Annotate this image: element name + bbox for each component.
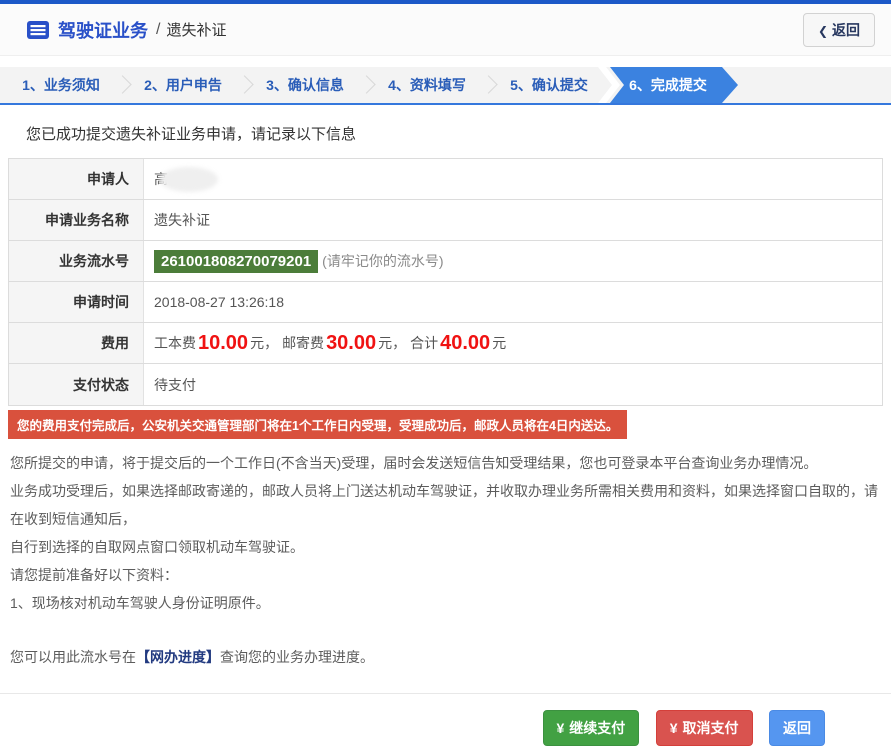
progress-query-line: 您可以用此流水号在【网办进度】查询您的业务办理进度。 (10, 643, 883, 671)
breadcrumb-current: 遗失补证 (166, 22, 227, 39)
row-label: 支付状态 (9, 364, 144, 405)
application-info-table: 申请人 高 申请业务名称 遗失补证 业务流水号 2610018082700792… (8, 158, 883, 406)
privacy-blur-overlay (160, 167, 218, 192)
fee-label-postage: 邮寄费 (282, 335, 325, 351)
fee-unit: 元 (250, 335, 265, 351)
payment-status-value: 待支付 (154, 376, 196, 393)
footer-divider (0, 693, 891, 694)
license-list-icon (27, 20, 49, 39)
notice-paragraph-1: 您所提交的申请，将于提交后的一个工作日(不含当天)受理，届时会发送短信告知受理结… (10, 455, 818, 471)
breadcrumb-separator: / (156, 20, 161, 38)
table-row-fee: 费用 工本费 10.00 元 ， 邮寄费 30.00 元 ， 合计 40.00 … (9, 323, 882, 364)
step-1-business-notice[interactable]: 1、业务须知 (0, 67, 132, 103)
page-title: 驾驶证业务 (58, 20, 148, 41)
step-2-user-declaration[interactable]: 2、用户申告 (122, 67, 254, 103)
step-4-label: 4、资料填写 (388, 77, 466, 93)
applicant-name-value: 高 (144, 159, 882, 199)
fee-amount-total: 40.00 (440, 331, 491, 354)
step-5-label: 5、确认提交 (510, 77, 588, 93)
table-row-payment-status: 支付状态 待支付 (9, 364, 882, 405)
fee-value: 工本费 10.00 元 ， 邮寄费 30.00 元 ， 合计 40.00 元 (144, 323, 882, 363)
yen-icon: ¥ (556, 720, 565, 736)
back-button-top-label: 返回 (832, 21, 860, 38)
notice-paragraph-4: 请您提前准备好以下资料： (10, 567, 178, 583)
cancel-payment-button[interactable]: ¥ 取消支付 (655, 710, 753, 746)
step-2-label: 2、用户申告 (144, 77, 222, 93)
fee-unit: 元 (378, 335, 393, 351)
fee-label-production: 工本费 (154, 335, 196, 351)
main-content: 您已成功提交遗失补证业务申请，请记录以下信息 申请人 高 申请业务名称 遗失补证… (0, 123, 891, 746)
apply-time-value: 2018-08-27 13:26:18 (154, 294, 284, 310)
row-label: 费用 (9, 323, 144, 363)
table-row-applicant: 申请人 高 (9, 159, 882, 200)
notice-paragraph-2: 业务成功受理后，如果选择邮政寄递的，邮政人员将上门送达机动车驾驶证，并收取办理业… (10, 483, 878, 527)
page-header: 驾驶证业务 / 遗失补证 ❮ 返回 (0, 4, 891, 56)
action-button-row: ¥ 继续支付 ¥ 取消支付 返回 (8, 710, 883, 746)
table-row-serial-number: 业务流水号 261001808270079201 (请牢记你的流水号) (9, 241, 882, 282)
progress-suffix: 查询您的业务办理进度。 (220, 649, 374, 665)
success-message: 您已成功提交遗失补证业务申请，请记录以下信息 (26, 126, 357, 143)
serial-number-badge: 261001808270079201 (154, 249, 319, 273)
row-label: 申请时间 (9, 282, 144, 322)
step-3-confirm-info[interactable]: 3、确认信息 (244, 67, 376, 103)
step-1-label: 1、业务须知 (22, 77, 100, 93)
business-name-value: 遗失补证 (154, 212, 210, 228)
progress-prefix: 您可以用此流水号在 (10, 649, 136, 665)
fee-label-total: 合计 (410, 335, 439, 351)
fee-amount-production: 10.00 (198, 331, 249, 354)
back-button-top[interactable]: ❮ 返回 (802, 12, 875, 47)
payment-warning-banner: 您的费用支付完成后，公安机关交通管理部门将在1个工作日内受理，受理成功后，邮政人… (8, 410, 628, 439)
step-4-fill-materials[interactable]: 4、资料填写 (366, 67, 498, 103)
chevron-left-icon: ❮ (817, 23, 828, 38)
yen-icon: ¥ (669, 720, 678, 736)
notice-paragraph-5: 1、现场核对机动车驾驶人身份证明原件。 (10, 595, 270, 611)
step-wizard: 1、业务须知 2、用户申告 3、确认信息 4、资料填写 5、确认提交 6、完成提… (0, 67, 891, 105)
back-button-bottom[interactable]: 返回 (769, 710, 825, 746)
continue-payment-label: 继续支付 (569, 720, 626, 736)
fee-unit: 元 (492, 335, 507, 351)
table-row-apply-time: 申请时间 2018-08-27 13:26:18 (9, 282, 882, 323)
table-row-business-name: 申请业务名称 遗失补证 (9, 200, 882, 241)
online-progress-link[interactable]: 【网办进度】 (136, 649, 220, 665)
row-label: 申请人 (9, 159, 144, 199)
serial-number-value: 261001808270079201 (请牢记你的流水号) (144, 241, 882, 281)
notice-paragraph-3: 自行到选择的自取网点窗口领取机动车驾驶证。 (10, 539, 304, 555)
row-label: 申请业务名称 (9, 200, 144, 240)
continue-payment-button[interactable]: ¥ 继续支付 (542, 710, 640, 746)
row-label: 业务流水号 (9, 241, 144, 281)
fee-comma: ， (264, 335, 279, 351)
fee-comma: ， (392, 335, 407, 351)
cancel-payment-label: 取消支付 (682, 720, 739, 736)
step-5-confirm-submit[interactable]: 5、确认提交 (488, 67, 610, 103)
fee-amount-postage: 30.00 (326, 331, 377, 354)
serial-number-note: (请牢记你的流水号) (322, 253, 444, 269)
step-3-label: 3、确认信息 (266, 77, 344, 93)
